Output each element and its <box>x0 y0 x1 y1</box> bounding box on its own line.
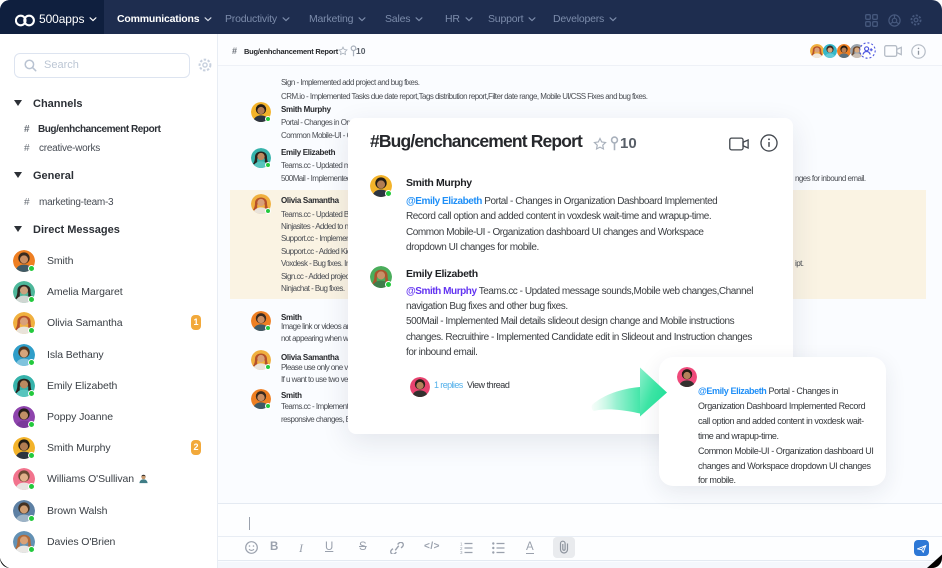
svg-text:3: 3 <box>460 550 463 554</box>
